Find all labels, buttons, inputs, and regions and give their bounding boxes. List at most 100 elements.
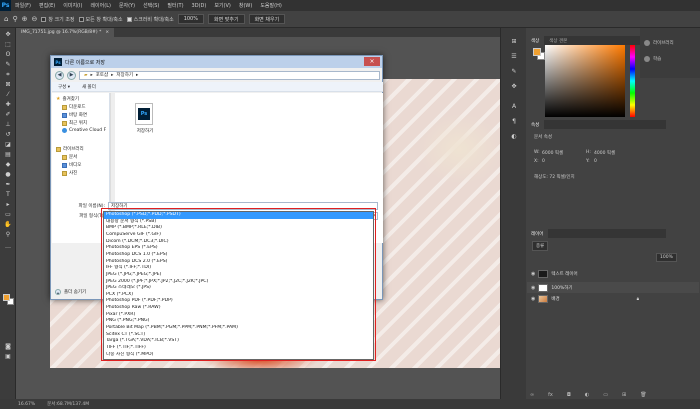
layer-row[interactable]: ◉ 텍스트 레이어	[527, 268, 699, 279]
pen-tool-icon[interactable]: ✒	[4, 181, 12, 188]
tree-item-videos[interactable]: 비디오	[62, 162, 81, 168]
breadcrumb-item[interactable]: 포토샵	[96, 72, 108, 78]
address-input[interactable]: ▰ ▸ 포토샵 ▸ 저장하기 ▸	[79, 70, 380, 80]
format-option[interactable]: Dicom (*.DCM;*.DC3;*.DIC)	[104, 239, 373, 246]
hide-folders-toggle[interactable]: ▴ 폴더 숨기기	[55, 289, 86, 295]
format-option[interactable]: CompuServe GIF (*.GIF)	[104, 232, 373, 239]
type-tool-icon[interactable]: T	[4, 191, 12, 198]
organize-button[interactable]: 구성 ▾	[58, 84, 70, 90]
menu-help[interactable]: 도움말(H)	[256, 2, 285, 9]
brush-tool-icon[interactable]: ✐	[4, 111, 12, 118]
paths-panel-icon[interactable]: ✥	[510, 83, 518, 90]
format-option[interactable]: Targa (*.TGA;*.VDA;*.ICB;*.VST)	[104, 338, 373, 345]
width-value[interactable]: 6000 픽셀	[542, 150, 563, 156]
format-option[interactable]: Photoshop (*.PSD;*.PDD;*.PSDT)	[104, 212, 373, 219]
tree-item-desktop[interactable]: 바탕 화면	[62, 112, 87, 118]
home-icon[interactable]: ⌂	[4, 15, 8, 23]
menu-type[interactable]: 문자(Y)	[115, 2, 139, 9]
fit-screen-button[interactable]: 화면 맞추기	[207, 14, 245, 24]
format-option[interactable]: Photoshop DCS 1.0 (*.EPS)	[104, 252, 373, 259]
frame-tool-icon[interactable]: ⊠	[4, 81, 12, 88]
zoom-tool-side-icon[interactable]: ⚲	[4, 231, 12, 238]
fill-screen-button[interactable]: 화면 채우기	[248, 14, 286, 24]
layer-style-icon[interactable]: fx	[548, 392, 553, 398]
zoom-level[interactable]: 16.67%	[18, 402, 35, 407]
close-tab-icon[interactable]: ×	[105, 30, 109, 35]
libraries-item[interactable]: 라이브러리	[644, 40, 674, 46]
gradient-tool-icon[interactable]: ▤	[4, 151, 12, 158]
eraser-tool-icon[interactable]: ◪	[4, 141, 12, 148]
history-brush-tool-icon[interactable]: ↺	[4, 131, 12, 138]
format-option[interactable]: JPEG 2000 (*.JPF;*.JPX;*.JP2;*.J2C;*.J2K…	[104, 279, 373, 286]
layer-opacity-field[interactable]: 100%	[656, 253, 677, 262]
visibility-eye-icon[interactable]: ◉	[531, 285, 535, 291]
format-option[interactable]: Photoshop PDF (*.PDF;*.PDP)	[104, 298, 373, 305]
eyedropper-tool-icon[interactable]: ⁄	[4, 91, 12, 98]
tab-layers[interactable]: 레이어	[526, 229, 549, 238]
format-option[interactable]: Photoshop EPS (*.EPS)	[104, 245, 373, 252]
zoom-out-icon[interactable]: ⊖	[31, 15, 37, 23]
layer-row[interactable]: ◉ 100%하기	[527, 282, 699, 293]
learn-item[interactable]: 학습	[644, 56, 661, 62]
foreground-color-swatch[interactable]	[3, 294, 10, 301]
new-folder-button[interactable]: 새 폴더	[82, 84, 96, 90]
format-option[interactable]: PCX (*.PCX)	[104, 292, 373, 299]
new-group-icon[interactable]: ▭	[603, 392, 608, 398]
format-option[interactable]: PNG (*.PNG;*.PNG)	[104, 318, 373, 325]
format-option[interactable]: Photoshop Raw (*.RAW)	[104, 305, 373, 312]
tree-item-libraries[interactable]: 라이브러리	[56, 146, 84, 152]
format-option[interactable]: 다중 사진 형식 (*.MPO)	[104, 352, 373, 359]
format-option[interactable]: Photoshop DCS 2.0 (*.EPS)	[104, 259, 373, 266]
color-picker-field[interactable]	[545, 45, 625, 117]
stamp-tool-icon[interactable]: ⊥	[4, 121, 12, 128]
quick-mask-icon[interactable]: ◙	[4, 343, 12, 350]
menu-edit[interactable]: 편집(E)	[35, 2, 59, 9]
adjustment-layer-icon[interactable]: ◐	[585, 392, 589, 398]
zoom-all-windows-checkbox[interactable]: 모든 창 확대/축소	[78, 16, 123, 23]
link-layers-icon[interactable]: ∞	[530, 392, 534, 398]
screen-mode-icon[interactable]: ▣	[4, 353, 12, 360]
document-tab[interactable]: IMG_71751.jpg @ 16.7%(RGB/8#) * ×	[16, 28, 115, 37]
history-panel-icon[interactable]: ⊞	[510, 38, 518, 45]
character-panel-icon[interactable]: A	[510, 103, 518, 110]
format-option[interactable]: JPEG 스테레오 (*.JPS)	[104, 285, 373, 292]
new-layer-icon[interactable]: ⊞	[622, 392, 626, 398]
shape-tool-icon[interactable]: ▭	[4, 211, 12, 218]
healing-tool-icon[interactable]: ✚	[4, 101, 12, 108]
visibility-eye-icon[interactable]: ◉	[531, 271, 535, 277]
tab-color[interactable]: 색상	[526, 36, 545, 45]
paragraph-panel-icon[interactable]: ¶	[510, 118, 518, 125]
format-option[interactable]: TIFF (*.TIF;*.TIFF)	[104, 345, 373, 352]
layer-filter-select[interactable]: 종류	[532, 241, 549, 251]
menu-image[interactable]: 이미지(I)	[59, 2, 86, 9]
format-option[interactable]: 대용량 문서 형식 (*.PSB)	[104, 219, 373, 226]
tab-swatches[interactable]: 색상 견본	[544, 38, 572, 44]
hue-slider[interactable]	[630, 45, 635, 117]
menu-layer[interactable]: 레이어(L)	[86, 2, 115, 9]
filename-input[interactable]: 저장하기	[108, 202, 378, 210]
format-option[interactable]: Scitex CT (*.SCT)	[104, 332, 373, 339]
resize-windows-checkbox[interactable]: 창 크기 조정	[41, 16, 75, 23]
layer-row[interactable]: ◉ 배경 🔒︎	[527, 293, 699, 304]
scrubby-zoom-checkbox[interactable]: 스크러비 확대/축소	[126, 16, 174, 23]
menu-view[interactable]: 보기(V)	[210, 2, 235, 9]
delete-layer-icon[interactable]: 🗑︎	[640, 392, 646, 398]
format-option[interactable]: JPEG (*.JPG;*.JPEG;*.JPE)	[104, 272, 373, 279]
menu-select[interactable]: 선택(S)	[139, 2, 163, 9]
back-icon[interactable]: ◀	[55, 70, 64, 80]
tree-item-documents[interactable]: 문서	[62, 154, 77, 160]
format-option[interactable]: BMP (*.BMP;*.RLE;*.DIB)	[104, 225, 373, 232]
dialog-titlebar[interactable]: 다른 이름으로 저장	[51, 56, 382, 68]
quick-select-tool-icon[interactable]: ✎	[4, 61, 12, 68]
menu-filter[interactable]: 필터(T)	[163, 2, 187, 9]
add-mask-icon[interactable]: ◘	[567, 392, 571, 398]
menu-file[interactable]: 파일(F)	[11, 2, 35, 9]
forward-icon[interactable]: ▶	[67, 70, 76, 80]
format-option[interactable]: IFF 형식 (*.IFF;*.TDI)	[104, 265, 373, 272]
crop-tool-icon[interactable]: ⌗	[4, 71, 12, 78]
blur-tool-icon[interactable]: ◆	[4, 161, 12, 168]
tab-properties[interactable]: 속성	[526, 120, 545, 129]
zoom-tool-icon[interactable]: ⚲	[12, 15, 17, 23]
tree-item-favorites[interactable]: ★ 즐겨찾기	[56, 96, 79, 102]
height-value[interactable]: 4000 픽셀	[594, 150, 615, 156]
